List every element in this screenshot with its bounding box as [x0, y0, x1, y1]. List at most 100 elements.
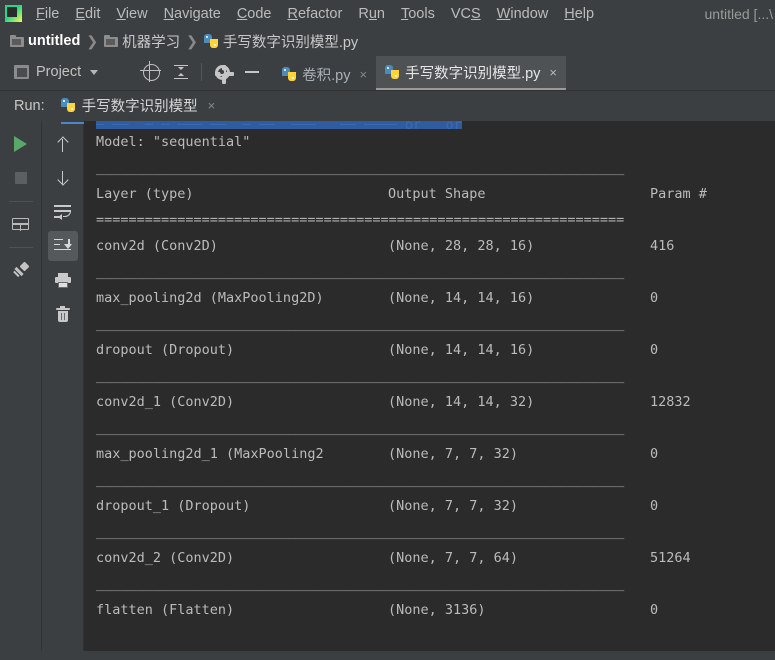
run-tool-window-header: Run: 手写数字识别模型 × [0, 91, 775, 124]
layer-name: conv2d (Conv2D) [96, 238, 218, 254]
layout-icon [12, 218, 29, 231]
project-tool-window-button[interactable]: Project [0, 54, 108, 90]
collapse-all-icon [173, 64, 189, 80]
close-icon[interactable]: × [208, 98, 216, 113]
layer-shape: (None, 7, 7, 32) [388, 446, 519, 462]
layer-param: 0 [650, 498, 659, 514]
down-the-stack-trace-button[interactable] [48, 163, 78, 193]
editor-tab-0[interactable]: 卷积.py × [273, 58, 376, 90]
column-header-layer: Layer (type) [96, 186, 194, 202]
table-row: dropout (Dropout) (None, 14, 14, 16) 0 [96, 337, 775, 363]
breadcrumb-item-project[interactable]: untitled [10, 33, 80, 49]
breadcrumb-file-label: 手写数字识别模型.py [222, 34, 359, 51]
collapse-all-button[interactable] [166, 57, 196, 87]
console-model-title: Model: "sequential" [96, 134, 251, 150]
layer-param: 0 [650, 602, 659, 618]
run-actions-right-column [42, 121, 84, 651]
layer-param: 416 [650, 238, 675, 254]
menu-item-refactor[interactable]: Refactor [280, 4, 351, 24]
pin-tab-button[interactable] [6, 255, 36, 285]
print-button[interactable] [48, 265, 78, 295]
menu-item-view[interactable]: View [108, 4, 155, 24]
layer-name: dropout (Dropout) [96, 342, 235, 358]
run-actions-left-column [0, 121, 42, 651]
console-rule: ________________________________________… [96, 576, 625, 592]
close-icon[interactable]: × [549, 65, 557, 80]
menu-item-tools[interactable]: Tools [393, 4, 443, 24]
layer-shape: (None, 7, 7, 64) [388, 550, 519, 566]
python-file-icon [60, 97, 76, 113]
toolbar-divider [201, 63, 203, 81]
folder-icon [10, 35, 24, 47]
menu-item-file[interactable]: File [28, 4, 67, 24]
stop-button[interactable] [6, 163, 36, 193]
python-file-icon [385, 64, 400, 80]
soft-wrap-icon [54, 205, 71, 220]
pycharm-window: File Edit View Navigate Code Refactor Ru… [0, 0, 775, 660]
editor-tab-label: 卷积.py [302, 67, 351, 84]
breadcrumb-item-folder[interactable]: 机器学习 [104, 31, 180, 52]
locate-file-button[interactable] [136, 57, 166, 87]
console-rule: ________________________________________… [96, 316, 625, 332]
column-header-shape: Output Shape [388, 186, 486, 202]
project-toolbar: Project 卷积.py × 手写数字识别模型.py × [0, 54, 775, 91]
close-icon[interactable]: × [359, 67, 367, 82]
editor-tab-1[interactable]: 手写数字识别模型.py × [376, 56, 567, 90]
table-row: conv2d_1 (Conv2D) (None, 14, 14, 32) 128… [96, 389, 775, 415]
table-row: dropout_1 (Dropout) (None, 7, 7, 32) 0 [96, 493, 775, 519]
hide-panel-button[interactable] [237, 57, 267, 87]
console-output[interactable]: ─ ── ─ ─ ─── ── ─ ── ─── ── ──── or or M… [84, 121, 775, 651]
menu-item-edit[interactable]: Edit [67, 4, 108, 24]
console-rule: ________________________________________… [96, 472, 625, 488]
breadcrumb-separator: ❯ [86, 32, 99, 49]
run-icon [14, 136, 27, 152]
console-rule: ========================================… [96, 212, 625, 228]
window-title: untitled [...\ [704, 6, 773, 22]
clear-all-button[interactable] [48, 299, 78, 329]
scroll-to-end-icon [54, 238, 73, 254]
arrow-down-icon [56, 170, 70, 186]
layer-shape: (None, 14, 14, 16) [388, 290, 535, 306]
layer-param: 0 [650, 342, 659, 358]
pin-icon [12, 261, 29, 278]
editor-tab-bar: 卷积.py × 手写数字识别模型.py × [273, 54, 567, 90]
table-row: flatten (Flatten) (None, 3136) 0 [96, 597, 775, 623]
menu-item-window[interactable]: Window [489, 4, 557, 24]
run-configuration-label: 手写数字识别模型 [81, 98, 198, 115]
locate-icon [139, 60, 161, 82]
run-configuration-tab[interactable]: 手写数字识别模型 × [60, 95, 216, 124]
menu-item-run[interactable]: Run [350, 4, 393, 24]
restore-layout-button[interactable] [6, 209, 36, 239]
trash-icon [55, 305, 70, 322]
breadcrumb-item-file[interactable]: 手写数字识别模型.py [203, 31, 359, 52]
stop-icon [14, 172, 27, 184]
rerun-button[interactable] [6, 129, 36, 159]
project-toolbar-actions [136, 57, 267, 87]
layer-param: 0 [650, 446, 659, 462]
python-file-icon [203, 33, 219, 49]
run-label: Run: [14, 98, 45, 114]
menu-bar: File Edit View Navigate Code Refactor Ru… [0, 0, 775, 28]
scroll-to-end-button[interactable] [47, 231, 78, 261]
table-row: conv2d_2 (Conv2D) (None, 7, 7, 64) 51264 [96, 545, 775, 571]
pycharm-logo-icon [4, 4, 24, 24]
print-icon [54, 272, 71, 288]
soft-wrap-button[interactable] [48, 197, 78, 227]
layer-name: max_pooling2d_1 (MaxPooling2 [96, 446, 324, 462]
layer-name: conv2d_2 (Conv2D) [96, 550, 235, 566]
up-the-stack-trace-button[interactable] [48, 129, 78, 159]
settings-button[interactable] [207, 57, 237, 87]
table-row: conv2d (Conv2D) (None, 28, 28, 16) 416 [96, 233, 775, 259]
breadcrumb: untitled ❯ 机器学习 ❯ 手写数字识别模型.py [0, 28, 775, 54]
menu-item-code[interactable]: Code [229, 4, 280, 24]
gutter-divider [8, 201, 33, 202]
menu-item-help[interactable]: Help [556, 4, 602, 24]
menu-item-navigate[interactable]: Navigate [156, 4, 229, 24]
python-file-icon [282, 66, 297, 82]
minimize-icon [245, 71, 260, 73]
console-clipped-line: ─ ── ─ ─ ─── ── ─ ── ─── ── ──── or or [96, 121, 775, 129]
layer-shape: (None, 28, 28, 16) [388, 238, 535, 254]
layer-shape: (None, 14, 14, 32) [388, 394, 535, 410]
menu-item-vcs[interactable]: VCS [443, 4, 489, 24]
column-header-param: Param # [650, 186, 707, 202]
